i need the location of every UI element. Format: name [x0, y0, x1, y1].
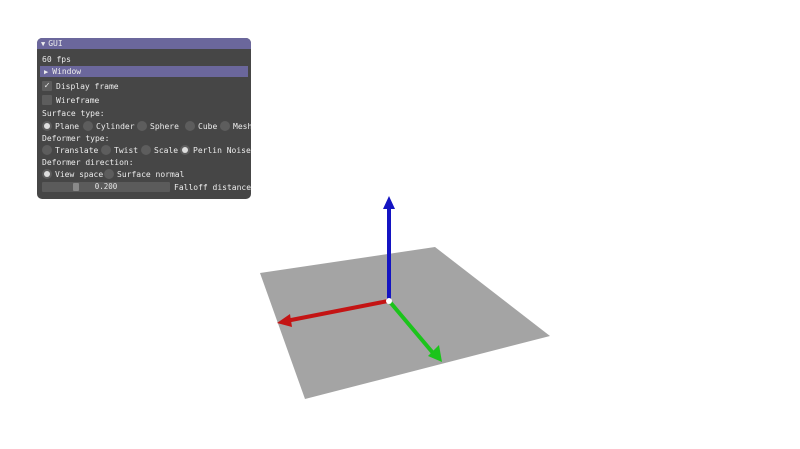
display-frame-checkbox[interactable]: ✓ Display frame: [42, 80, 119, 92]
radio-selected-dot: [44, 123, 50, 129]
gui-panel[interactable]: ▼ GUI 60 fps ▶ Window ✓ Display frame Wi…: [37, 38, 251, 199]
origin-point: [386, 298, 392, 304]
deformer-translate-label: Translate: [55, 145, 99, 155]
falloff-distance-slider[interactable]: 0.200: [42, 182, 170, 192]
deformer-scale-label: Scale: [154, 145, 179, 155]
deformer-translate-radio[interactable]: Translate: [42, 144, 98, 156]
window-header-label: Window: [52, 67, 82, 76]
surface-plane-label: Plane: [55, 121, 80, 131]
direction-surface-normal-radio[interactable]: Surface normal: [104, 168, 184, 180]
display-frame-label: Display frame: [56, 81, 119, 91]
surface-sphere-label: Sphere: [150, 121, 179, 131]
deformer-twist-radio[interactable]: Twist: [101, 144, 138, 156]
direction-surface-normal-label: Surface normal: [117, 169, 185, 179]
falloff-distance-label: Falloff distance: [174, 182, 251, 192]
checkbox-box: [42, 95, 52, 105]
deformer-direction-label: Deformer direction:: [42, 157, 134, 167]
surface-cube-label: Cube: [198, 121, 218, 131]
surface-type-group: Plane Cylinder Sphere Cube Mesh: [42, 120, 251, 132]
surface-sphere-radio[interactable]: Sphere: [137, 120, 179, 132]
checkmark-icon: ✓: [42, 81, 52, 91]
surface-type-label: Surface type:: [42, 108, 105, 118]
surface-plane: [260, 247, 550, 399]
window-header[interactable]: ▶ Window: [40, 66, 248, 77]
deformer-scale-radio[interactable]: Scale: [141, 144, 178, 156]
collapse-triangle-icon[interactable]: ▼: [41, 40, 45, 48]
deformer-perlin-radio[interactable]: Perlin Noise: [180, 144, 251, 156]
axis-y-arrowhead: [383, 196, 395, 209]
radio-selected-dot: [182, 147, 188, 153]
direction-view-space-radio[interactable]: View space: [42, 168, 103, 180]
deformer-type-label: Deformer type:: [42, 133, 110, 143]
surface-mesh-radio[interactable]: Mesh: [220, 120, 251, 132]
wireframe-label: Wireframe: [56, 95, 100, 105]
surface-plane-radio[interactable]: Plane: [42, 120, 79, 132]
surface-cylinder-label: Cylinder: [96, 121, 135, 131]
deformer-perlin-label: Perlin Noise: [193, 145, 251, 155]
wireframe-checkbox[interactable]: Wireframe: [42, 94, 99, 106]
surface-cube-radio[interactable]: Cube: [185, 120, 217, 132]
deformer-direction-group: View space Surface normal: [42, 168, 251, 180]
gui-title: GUI: [48, 39, 63, 48]
surface-mesh-label: Mesh: [233, 121, 251, 131]
falloff-distance-value: 0.200: [94, 182, 118, 191]
deformer-type-group: Translate Twist Scale Perlin Noise: [42, 144, 251, 156]
surface-cylinder-radio[interactable]: Cylinder: [83, 120, 135, 132]
expand-triangle-icon: ▶: [44, 67, 49, 76]
radio-selected-dot: [44, 171, 50, 177]
fps-readout: 60 fps: [42, 54, 71, 64]
gui-titlebar[interactable]: ▼ GUI: [37, 38, 251, 49]
deformer-twist-label: Twist: [114, 145, 139, 155]
direction-view-space-label: View space: [55, 169, 104, 179]
